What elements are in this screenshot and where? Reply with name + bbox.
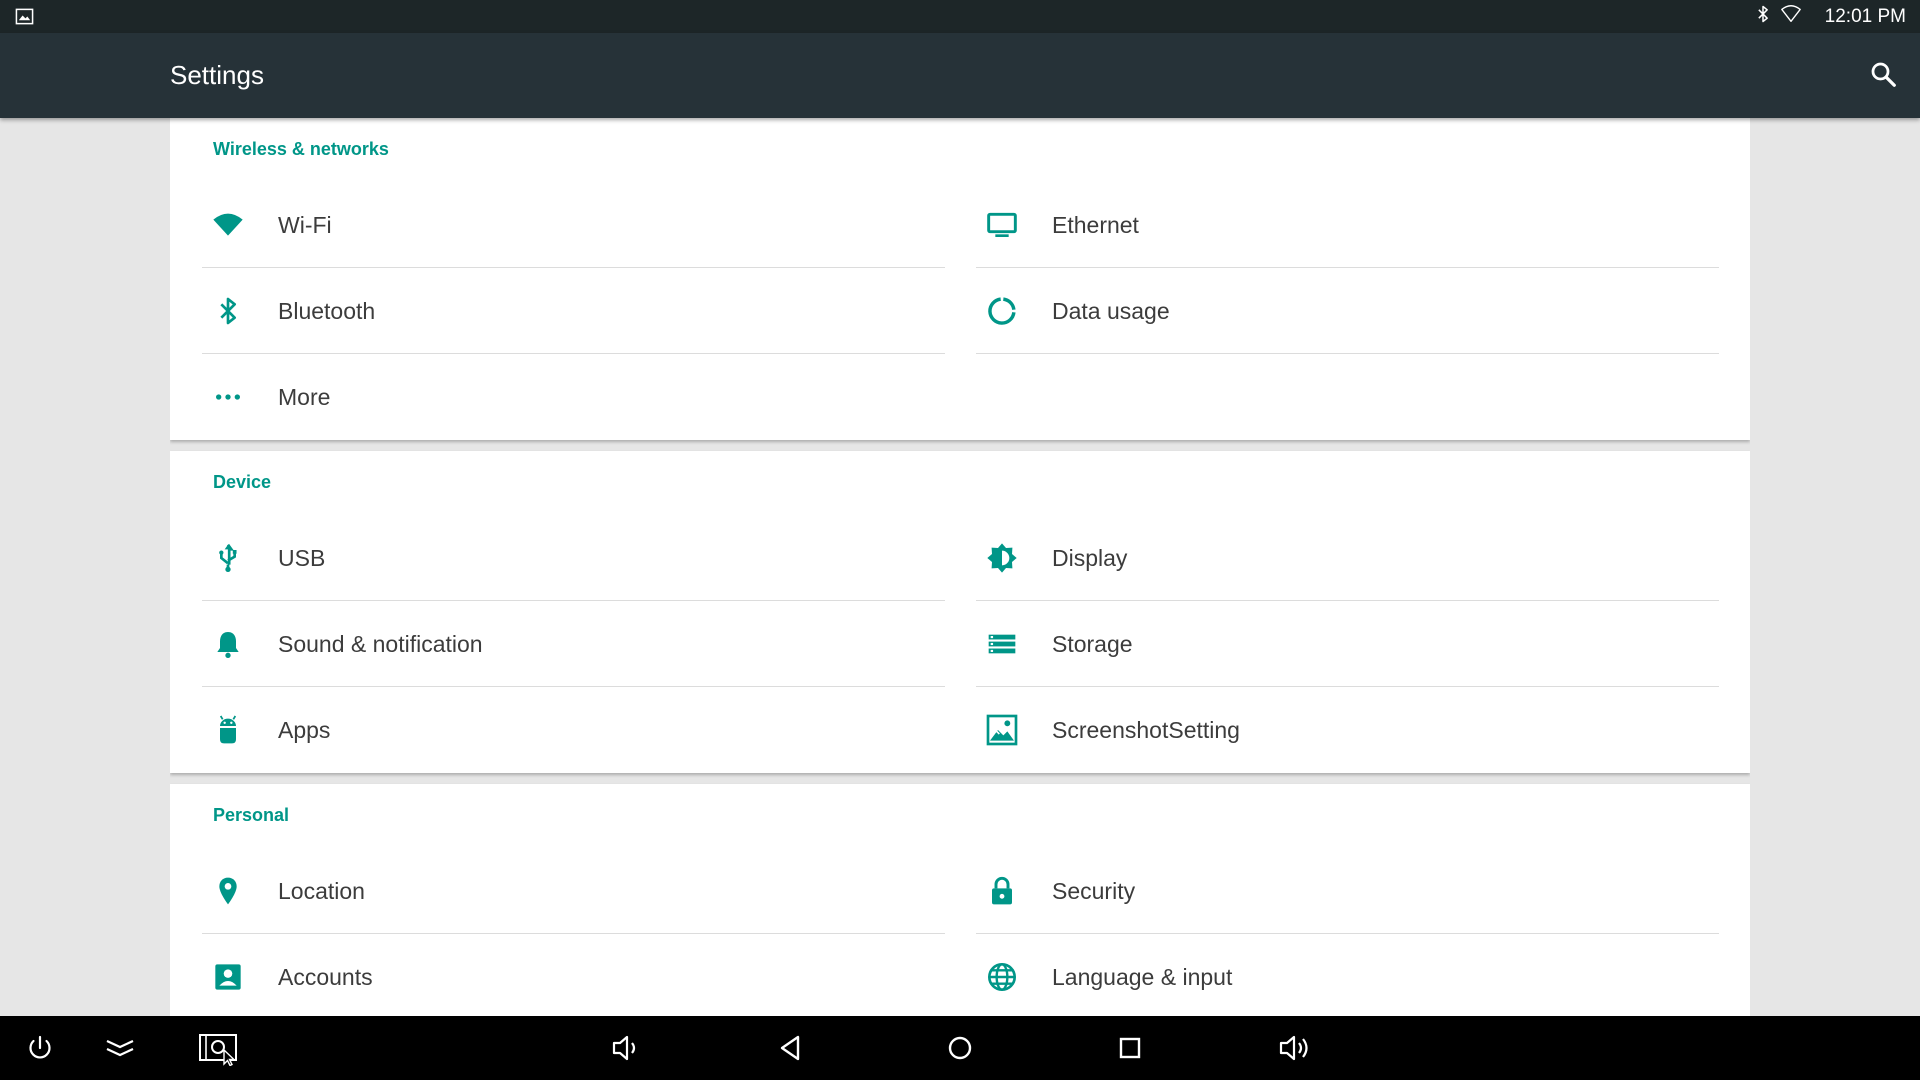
storage-icon bbox=[976, 626, 1028, 662]
monitor-icon bbox=[976, 207, 1028, 243]
setting-label: Display bbox=[1052, 544, 1128, 571]
page-title: Settings bbox=[170, 60, 264, 90]
status-bar: 12:01 PM bbox=[0, 0, 1920, 33]
empty-cell bbox=[976, 354, 1719, 440]
setting-label: Data usage bbox=[1052, 297, 1170, 324]
section-title: Wireless & networks bbox=[213, 139, 389, 159]
home-icon[interactable] bbox=[942, 1030, 978, 1066]
setting-screenshot[interactable]: ScreenshotSetting bbox=[976, 687, 1719, 773]
more-icon bbox=[202, 379, 254, 415]
setting-label: Storage bbox=[1052, 630, 1133, 657]
usb-icon bbox=[202, 540, 254, 576]
screenshot-capture-icon[interactable] bbox=[198, 1030, 244, 1067]
setting-label: Wi-Fi bbox=[278, 211, 332, 238]
lock-icon bbox=[976, 873, 1028, 909]
collapse-chevrons-icon[interactable] bbox=[102, 1030, 138, 1066]
data-usage-icon bbox=[976, 293, 1028, 329]
setting-storage[interactable]: Storage bbox=[976, 601, 1719, 687]
setting-label: USB bbox=[278, 544, 326, 571]
recents-icon[interactable] bbox=[1112, 1030, 1148, 1066]
location-pin-icon bbox=[202, 873, 254, 909]
section-device: Device USB Display Sound & notification bbox=[170, 451, 1750, 773]
setting-bluetooth[interactable]: Bluetooth bbox=[202, 268, 945, 354]
setting-label: Apps bbox=[278, 716, 331, 743]
setting-label: Ethernet bbox=[1052, 211, 1139, 238]
setting-label: Language & input bbox=[1052, 963, 1233, 990]
setting-label: Location bbox=[278, 877, 365, 904]
account-box-icon bbox=[202, 959, 254, 995]
bluetooth-icon bbox=[202, 293, 254, 329]
setting-more[interactable]: More bbox=[202, 354, 945, 440]
volume-down-icon[interactable] bbox=[608, 1030, 644, 1066]
section-personal: Personal Location Security Accounts Lang… bbox=[170, 784, 1750, 1016]
setting-display[interactable]: Display bbox=[976, 515, 1719, 601]
search-icon[interactable] bbox=[1868, 59, 1898, 89]
settings-list[interactable]: Wireless & networks Wi-Fi Ethernet Bluet… bbox=[170, 118, 1750, 1016]
wifi-icon bbox=[202, 207, 254, 243]
setting-accounts[interactable]: Accounts bbox=[202, 934, 945, 1016]
setting-label: Accounts bbox=[278, 963, 373, 990]
wifi-empty-icon bbox=[1779, 3, 1803, 30]
setting-language-input[interactable]: Language & input bbox=[976, 934, 1719, 1016]
setting-label: ScreenshotSetting bbox=[1052, 716, 1240, 743]
navigation-bar bbox=[0, 1016, 1920, 1080]
globe-icon bbox=[976, 959, 1028, 995]
setting-usb[interactable]: USB bbox=[202, 515, 945, 601]
setting-label: More bbox=[278, 383, 331, 410]
setting-label: Sound & notification bbox=[278, 630, 483, 657]
app-bar: Settings bbox=[0, 33, 1920, 118]
section-title: Device bbox=[213, 472, 272, 492]
image-notification-icon bbox=[15, 7, 34, 26]
volume-up-icon[interactable] bbox=[1277, 1030, 1317, 1066]
setting-ethernet[interactable]: Ethernet bbox=[976, 182, 1719, 268]
setting-apps[interactable]: Apps bbox=[202, 687, 945, 773]
setting-wifi[interactable]: Wi-Fi bbox=[202, 182, 945, 268]
setting-data-usage[interactable]: Data usage bbox=[976, 268, 1719, 354]
setting-label: Bluetooth bbox=[278, 297, 376, 324]
setting-security[interactable]: Security bbox=[976, 848, 1719, 934]
setting-location[interactable]: Location bbox=[202, 848, 945, 934]
section-wireless-networks: Wireless & networks Wi-Fi Ethernet Bluet… bbox=[170, 118, 1750, 440]
android-icon bbox=[202, 712, 254, 748]
power-icon[interactable] bbox=[22, 1030, 58, 1066]
brightness-icon bbox=[976, 540, 1028, 576]
clock: 12:01 PM bbox=[1824, 5, 1906, 27]
bluetooth-icon bbox=[1753, 3, 1773, 30]
setting-label: Security bbox=[1052, 877, 1136, 904]
screenshot-icon bbox=[976, 712, 1028, 748]
back-icon[interactable] bbox=[773, 1030, 809, 1066]
section-title: Personal bbox=[213, 805, 290, 825]
bell-icon bbox=[202, 626, 254, 662]
setting-sound-notification[interactable]: Sound & notification bbox=[202, 601, 945, 687]
